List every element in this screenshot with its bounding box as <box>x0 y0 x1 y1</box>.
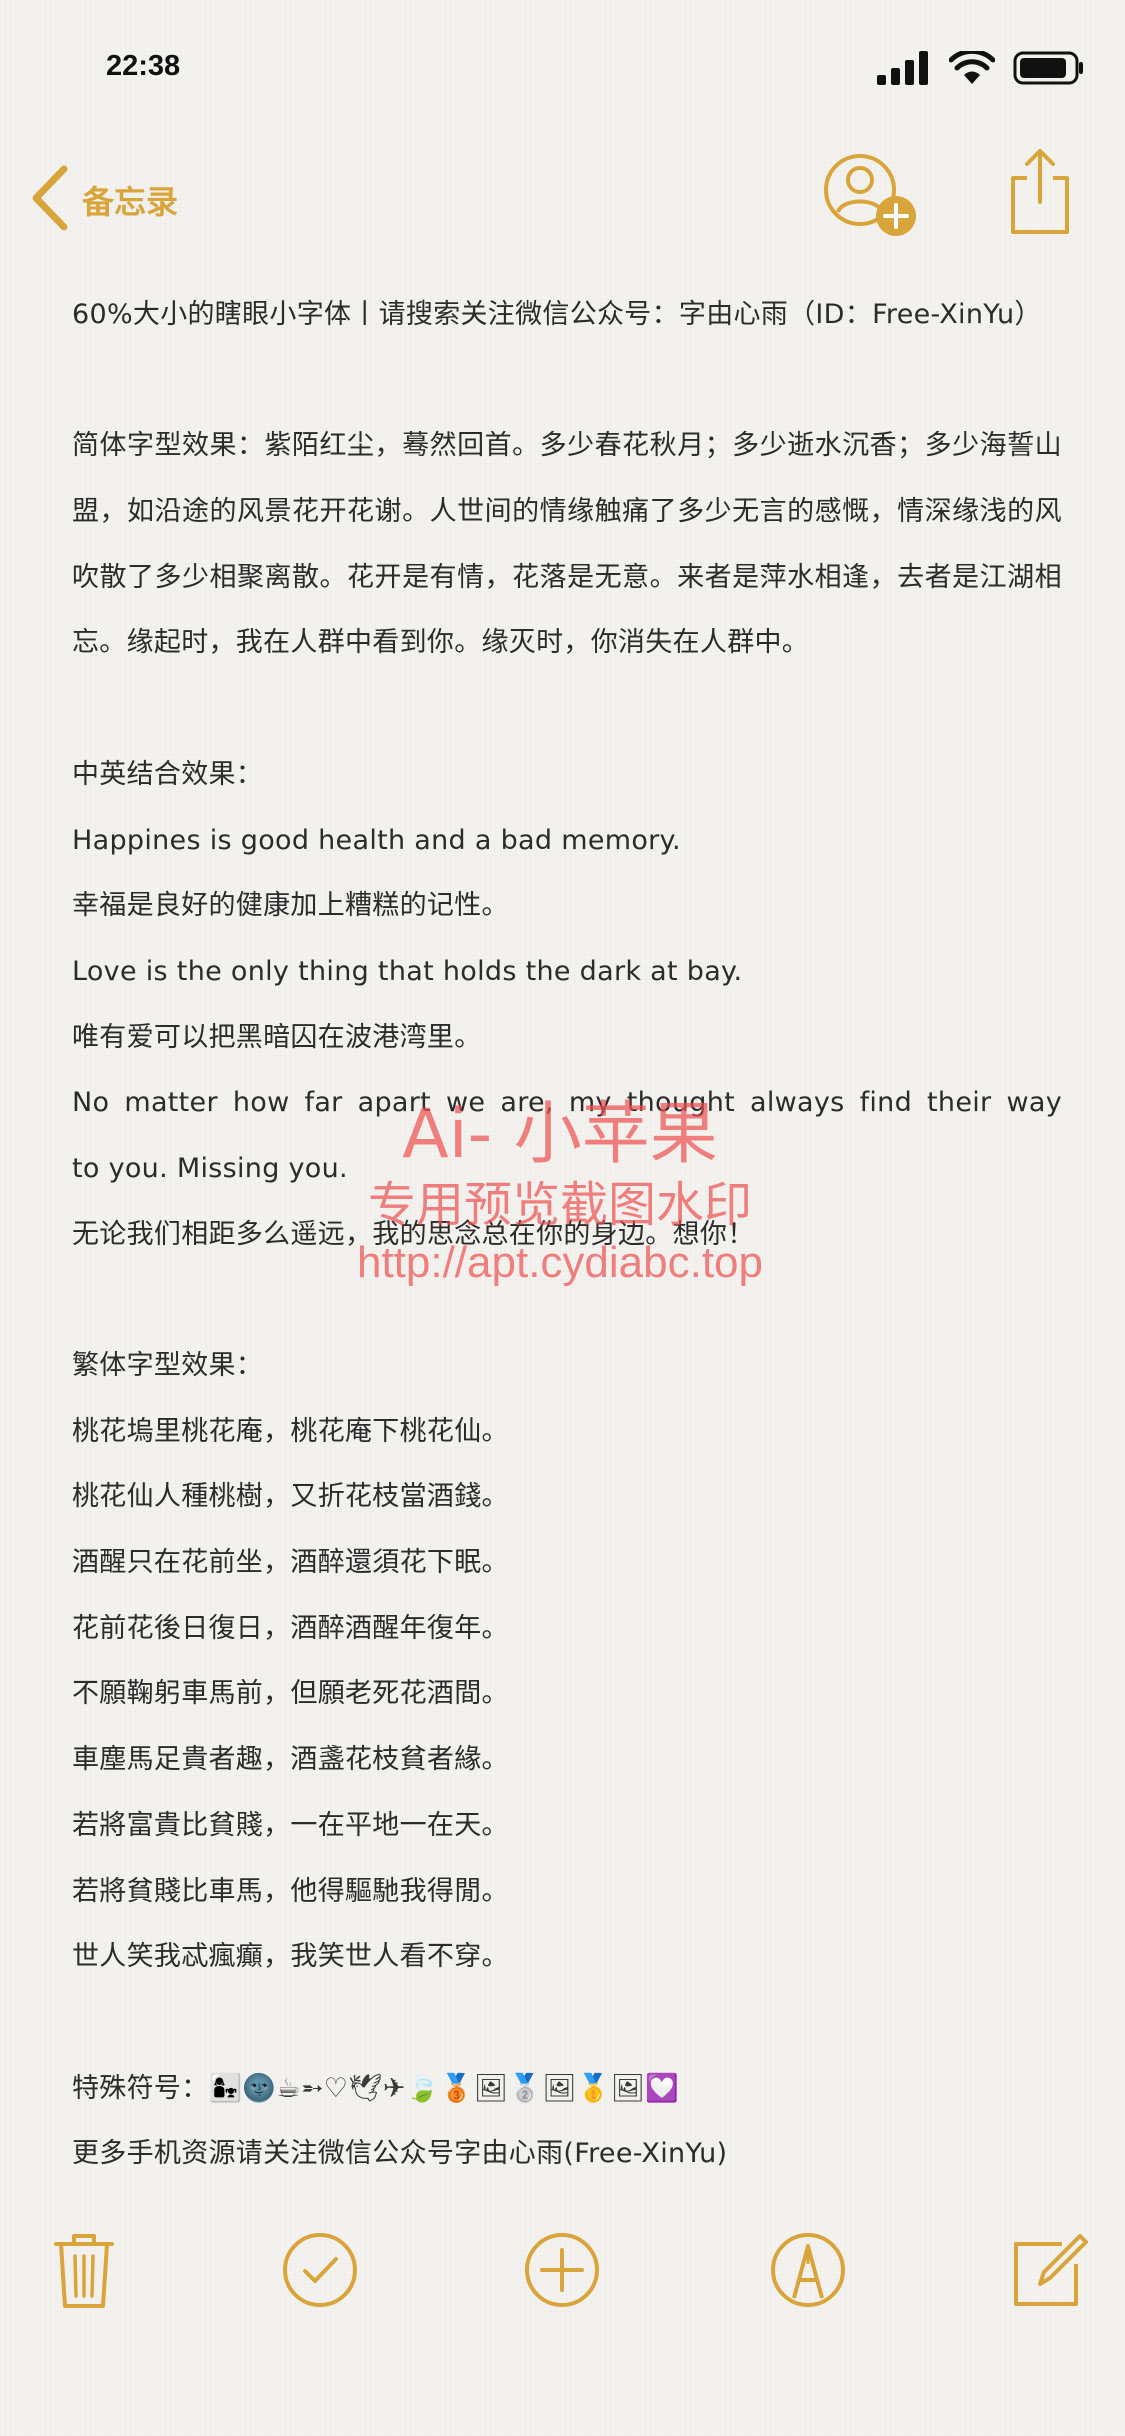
status-icons <box>877 48 1085 90</box>
traditional-line: 若將富貴比貧賤，一在平地一在天。 <box>72 1809 509 1841</box>
traditional-line: 車塵馬足貴者趣，酒盞花枝貧者緣。 <box>72 1744 509 1776</box>
traditional-line: 世人笑我忒瘋癲，我笑世人看不穿。 <box>72 1941 509 1973</box>
bottom-toolbar <box>0 2220 1125 2320</box>
traditional-line: 桃花仙人種桃樹，又折花枝當酒錢。 <box>72 1481 509 1513</box>
back-button[interactable]: 备忘录 <box>30 165 178 235</box>
traditional-line: 不願鞠躬車馬前，但願老死花酒間。 <box>72 1678 509 1710</box>
wifi-icon <box>948 48 996 89</box>
compose-button[interactable] <box>1010 2230 1090 2310</box>
home-indicator-area <box>0 2380 1125 2436</box>
delete-button[interactable] <box>44 2230 124 2310</box>
back-label: 备忘录 <box>82 183 179 221</box>
share-icon <box>1005 149 1075 240</box>
pen-tip-circle-icon <box>768 2233 848 2314</box>
mixed-line: 无论我们相距多么遥远，我的思念总在你的身边。想你！ <box>72 1218 755 1250</box>
simplified-line: 忘。缘起时，我在人群中看到你。缘灭时，你消失在人群中。 <box>72 627 810 659</box>
trash-icon <box>44 2234 124 2314</box>
symbols-line: 特殊符号：👩‍👧🌚☕➵♡🕊✈🍃🥉🖼🥈🖼🥇🖼💟 <box>72 2056 1062 2122</box>
traditional-line: 桃花塢里桃花庵，桃花庵下桃花仙。 <box>72 1415 509 1447</box>
battery-icon <box>1013 50 1085 90</box>
note-body[interactable]: 60%大小的瞎眼小字体丨请搜索关注微信公众号：字由心雨（ID：Free-XinY… <box>72 282 1062 2187</box>
note-title: 60%大小的瞎眼小字体丨请搜索关注微信公众号：字由心雨（ID：Free-XinY… <box>72 299 1042 330</box>
mixed-line: Happines is good health and a bad memory… <box>72 824 681 856</box>
mixed-line: 幸福是良好的健康加上糟糕的记性。 <box>72 890 509 922</box>
add-button[interactable] <box>522 2230 602 2310</box>
symbols-label: 特殊符号： <box>72 2072 209 2104</box>
compose-icon <box>1010 2234 1090 2314</box>
add-people-button[interactable] <box>820 152 920 242</box>
cellular-signal-icon <box>877 51 931 89</box>
traditional-line: 酒醒只在花前坐，酒醉還須花下眠。 <box>72 1547 509 1579</box>
symbols-value: 👩‍👧🌚☕➵♡🕊✈🍃🥉🖼🥈🖼🥇🖼💟 <box>208 2072 680 2104</box>
chevron-left-icon <box>30 165 70 235</box>
simplified-line: 简体字型效果：紫陌红尘，蓦然回首。多少春花秋月；多少逝水沉香；多少海誓山 <box>72 430 1062 462</box>
markup-button[interactable] <box>768 2230 848 2310</box>
traditional-line: 花前花後日復日，酒醉酒醒年復年。 <box>72 1612 509 1644</box>
plus-circle-icon <box>522 2233 602 2314</box>
mixed-line: Love is the only thing that holds the da… <box>72 955 743 987</box>
simplified-line: 吹散了多少相聚离散。花开是有情，花落是无意。来者是萍水相逢，去者是江湖相 <box>72 561 1062 593</box>
simplified-line: 盟，如沿途的风景花开花谢。人世间的情缘触痛了多少无言的感慨，情深缘浅的风 <box>72 496 1062 528</box>
mixed-line: 唯有爱可以把黑暗囚在波港湾里。 <box>72 1021 482 1053</box>
checkmark-circle-icon <box>280 2233 360 2314</box>
mixed-line: to you. Missing you. <box>72 1152 348 1184</box>
footer-line: 更多手机资源请关注微信公众号字由心雨(Free-XinYu) <box>72 2138 728 2170</box>
add-person-icon <box>820 154 920 246</box>
status-time: 22:38 <box>106 50 181 82</box>
mixed-heading: 中英结合效果： <box>72 758 264 790</box>
traditional-line: 若將貧賤比車馬，他得驅馳我得閒。 <box>72 1875 509 1907</box>
traditional-heading: 繁体字型效果： <box>72 1350 264 1381</box>
share-button[interactable] <box>1005 146 1075 236</box>
nav-bar: 备忘录 <box>0 140 1125 260</box>
checklist-button[interactable] <box>280 2230 360 2310</box>
status-bar: 22:38 <box>0 0 1125 130</box>
mixed-line: No matter how far apart we are, my thoug… <box>72 1087 1062 1119</box>
